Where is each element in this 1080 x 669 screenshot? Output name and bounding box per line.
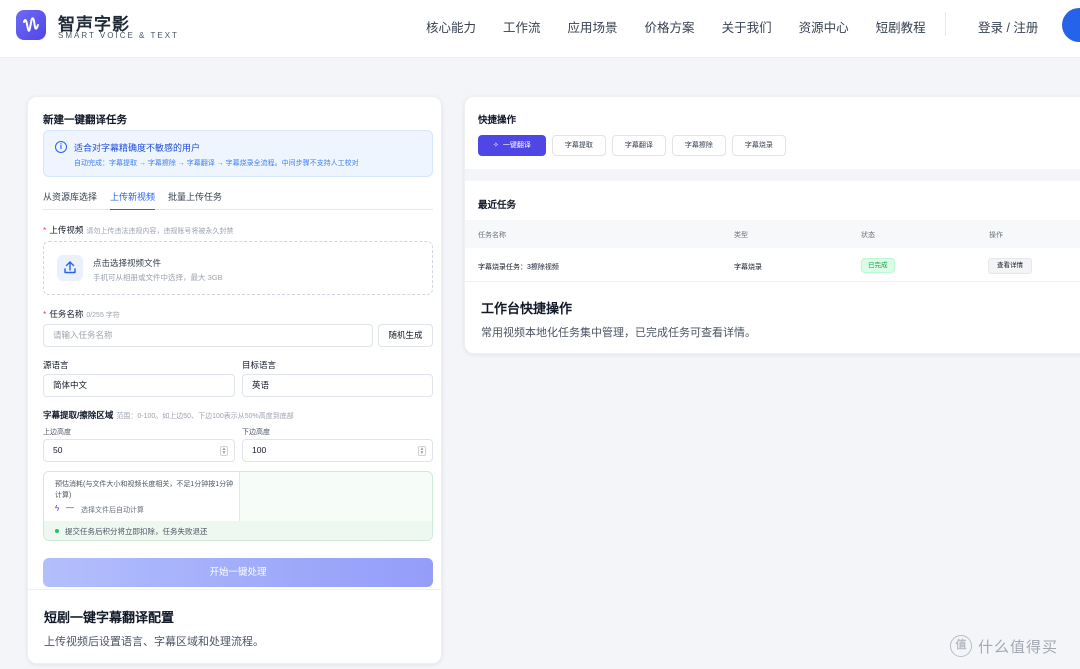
info-title: 适合对字幕精确度不敏感的用户 (74, 143, 201, 153)
column-header-action: 操作 (989, 232, 1003, 239)
header-cta-button[interactable] (1062, 8, 1080, 42)
task-name-hint: 0/255 字符 (86, 312, 120, 319)
task-type-cell: 字幕烧录 (734, 264, 762, 271)
card-title: 新建一键翻译任务 (43, 114, 127, 126)
quick-erase-button[interactable]: 字幕擦除 (671, 135, 726, 156)
column-header-type: 类型 (734, 232, 748, 239)
new-task-card: 新建一键翻译任务 i 适合对字幕精确度不敏感的用户 自动完成：字幕提取 → 字幕… (27, 96, 442, 664)
cost-estimate-panel: 预估消耗(与文件大小和视频长度相关，不足1分钟按1分钟计算) ϟ — 选择文件后… (44, 472, 240, 521)
left-caption-title: 短剧一键字幕翻译配置 (44, 610, 175, 625)
tab-upload-new[interactable]: 上传新视频 (110, 190, 156, 210)
nav-item-scenarios[interactable]: 应用场景 (568, 17, 618, 36)
nav-divider (945, 12, 946, 36)
task-name-label: * 任务名称 0/255 字符 (43, 309, 120, 319)
task-name-cell: 字幕烧录任务：3擦除视频 (478, 264, 559, 271)
stepper-icon[interactable]: ▲ ▼ (418, 446, 426, 456)
main-nav: 核心能力 工作流 应用场景 价格方案 关于我们 资源中心 短剧教程 (426, 17, 953, 36)
random-generate-button[interactable]: 随机生成 (378, 324, 433, 347)
nav-item-about[interactable]: 关于我们 (722, 17, 772, 36)
upload-title: 点击选择视频文件 (93, 258, 162, 268)
source-language-label: 源语言 (43, 360, 69, 370)
right-caption-desc: 常用视频本地化任务集中管理，已完成任务可查看详情。 (481, 327, 756, 339)
top-header: 智声字影 SMART VOICE & TEXT 核心能力 工作流 应用场景 价格… (0, 0, 1080, 58)
upload-label: * 上传视频 请勿上传违法违规内容，违规账号将被永久封禁 (43, 225, 234, 235)
bottom-height-input[interactable]: 100 ▲ ▼ (242, 439, 433, 462)
target-language-select[interactable]: 英语 (242, 374, 433, 397)
dot-icon (55, 529, 59, 533)
target-language-label: 目标语言 (242, 360, 277, 370)
nav-item-resources[interactable]: 资源中心 (799, 17, 849, 36)
watermark-text: 什么值得买 (978, 638, 1059, 656)
view-details-button[interactable]: 查看详情 (988, 258, 1032, 274)
nav-item-workflow[interactable]: 工作流 (503, 17, 541, 36)
left-caption: 短剧一键字幕翻译配置 上传视频后设置语言、字幕区域和处理流程。 (28, 589, 441, 663)
table-header: 任务名称 类型 状态 操作 (465, 220, 1080, 248)
task-name-input[interactable]: 请输入任务名称 (43, 324, 373, 347)
deduction-note-text: 提交任务后积分将立即扣除，任务失败退还 (65, 527, 208, 536)
upload-icon (57, 255, 83, 281)
row-divider (465, 281, 1080, 282)
cost-value: — (66, 503, 74, 512)
cost-calc-hint: 选择文件后自动计算 (81, 507, 144, 514)
quick-actions-title: 快捷操作 (478, 115, 517, 126)
workspace-card: 快捷操作 ✧ 一键翻译 字幕提取 字幕翻译 字幕擦除 字幕烧录 最近任务 任务名称… (464, 96, 1080, 354)
quick-translate-button[interactable]: ✧ 一键翻译 (478, 135, 546, 156)
start-processing-button[interactable]: 开始一键处理 (43, 558, 433, 587)
region-label: 字幕提取/擦除区域 范围：0-100。如上边50、下边100表示从50%高度到底部 (43, 410, 294, 420)
column-header-status: 状态 (861, 232, 875, 239)
section-separator (465, 169, 1080, 181)
upload-description: 手机可从相册或文件中选择，最大 3GB (93, 273, 223, 282)
quick-burn-button[interactable]: 字幕烧录 (731, 135, 786, 156)
brand-subtitle: SMART VOICE & TEXT (58, 31, 179, 40)
region-hint: 范围：0-100。如上边50、下边100表示从50%高度到底部 (116, 413, 294, 420)
source-language-select[interactable]: 简体中文 (43, 374, 235, 397)
nav-item-core[interactable]: 核心能力 (426, 17, 476, 36)
watermark-logo-icon: 值 (950, 635, 972, 657)
top-height-label: 上边高度 (43, 429, 71, 436)
cost-estimate-box: 预估消耗(与文件大小和视频长度相关，不足1分钟按1分钟计算) ϟ — 选择文件后… (43, 471, 433, 541)
top-height-input[interactable]: 50 ▲ ▼ (43, 439, 235, 462)
watermark: 值 什么值得买 (950, 635, 1058, 657)
quick-subtitle-translate-button[interactable]: 字幕翻译 (611, 135, 666, 156)
source-tabs: 从资源库选择 上传新视频 批量上传任务 (43, 190, 433, 210)
quick-actions: ✧ 一键翻译 字幕提取 字幕翻译 字幕擦除 字幕烧录 (478, 135, 792, 156)
info-banner: i 适合对字幕精确度不敏感的用户 自动完成：字幕提取 → 字幕擦除 → 字幕翻译… (43, 130, 433, 177)
upload-hint: 请勿上传违法违规内容，违规账号将被永久封禁 (86, 228, 234, 235)
tab-library[interactable]: 从资源库选择 (43, 190, 97, 210)
cost-estimate-text: 预估消耗(与文件大小和视频长度相关，不足1分钟按1分钟计算) (55, 481, 234, 499)
nav-item-tutorials[interactable]: 短剧教程 (876, 17, 926, 36)
info-icon: i (55, 141, 67, 153)
info-description: 自动完成：字幕提取 → 字幕擦除 → 字幕翻译 → 字幕烧录全流程。中间步骤不支… (74, 160, 359, 167)
stepper-icon[interactable]: ▲ ▼ (220, 446, 228, 456)
tab-batch-upload[interactable]: 批量上传任务 (168, 190, 222, 210)
login-register-link[interactable]: 登录 / 注册 (978, 17, 1038, 36)
deduction-note: 提交任务后积分将立即扣除，任务失败退还 (44, 521, 432, 540)
sparkle-icon: ✧ (493, 142, 499, 149)
recent-tasks-title: 最近任务 (478, 200, 517, 211)
logo-icon[interactable] (16, 10, 46, 40)
left-caption-desc: 上传视频后设置语言、字幕区域和处理流程。 (44, 636, 264, 648)
nav-item-pricing[interactable]: 价格方案 (645, 17, 695, 36)
quick-extract-button[interactable]: 字幕提取 (551, 135, 606, 156)
upload-dropzone[interactable]: 点击选择视频文件 手机可从相册或文件中选择，最大 3GB (43, 241, 433, 295)
bottom-height-label: 下边高度 (242, 429, 270, 436)
status-badge: 已完成 (861, 258, 895, 273)
column-header-name: 任务名称 (478, 232, 506, 239)
right-caption-title: 工作台快捷操作 (481, 301, 573, 316)
bolt-icon: ϟ (55, 504, 60, 513)
